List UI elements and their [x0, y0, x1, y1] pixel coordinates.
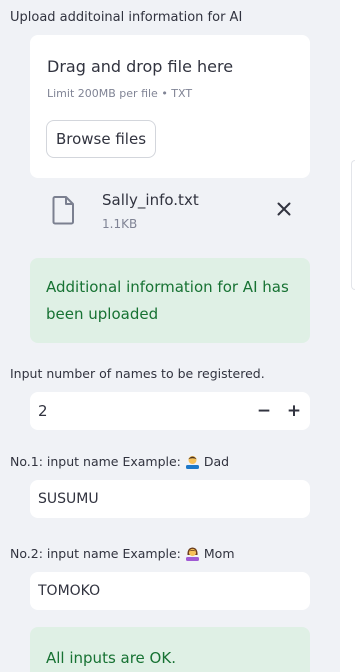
name-2-label: No.2: input name Example: Mom	[10, 546, 235, 564]
names-count-stepper: − +	[30, 392, 310, 430]
file-icon	[52, 195, 76, 225]
close-icon	[277, 202, 291, 216]
main-area-edge	[340, 0, 355, 672]
dropzone-limit: Limit 200MB per file • TXT	[47, 87, 193, 100]
man-avatar-icon	[185, 454, 200, 472]
upload-label: Upload additoinal information for AI	[10, 10, 243, 25]
browse-files-button[interactable]: Browse files	[46, 120, 156, 158]
uploaded-file-size: 1.1KB	[102, 217, 138, 231]
woman-avatar-icon	[185, 546, 200, 564]
name-2-example: Mom	[203, 546, 235, 561]
remove-file-button[interactable]	[269, 194, 299, 224]
name-2-input[interactable]	[30, 572, 310, 610]
name-1-example: Dad	[203, 454, 230, 469]
decrement-button[interactable]: −	[249, 396, 279, 426]
dropzone-title: Drag and drop file here	[47, 57, 234, 76]
names-count-label: Input number of names to be registered.	[10, 366, 265, 381]
uploaded-file-row: Sally_info.txt 1.1KB	[30, 182, 310, 242]
names-count-input[interactable]	[38, 392, 238, 430]
uploaded-file-name: Sally_info.txt	[102, 191, 199, 209]
sidebar: Upload additoinal information for AI Dra…	[0, 0, 340, 672]
file-dropzone[interactable]: Drag and drop file here Limit 200MB per …	[30, 35, 310, 178]
inputs-ok-alert: All inputs are OK.	[30, 627, 310, 672]
name-1-label-prefix: No.1: input name Example:	[10, 454, 181, 469]
name-1-input[interactable]	[30, 480, 310, 518]
name-1-label: No.1: input name Example: Dad	[10, 454, 229, 472]
upload-success-alert: Additional information for AI has been u…	[30, 258, 310, 343]
increment-button[interactable]: +	[279, 396, 309, 426]
name-2-label-prefix: No.2: input name Example:	[10, 546, 181, 561]
main-area-panel-edge	[351, 160, 355, 290]
